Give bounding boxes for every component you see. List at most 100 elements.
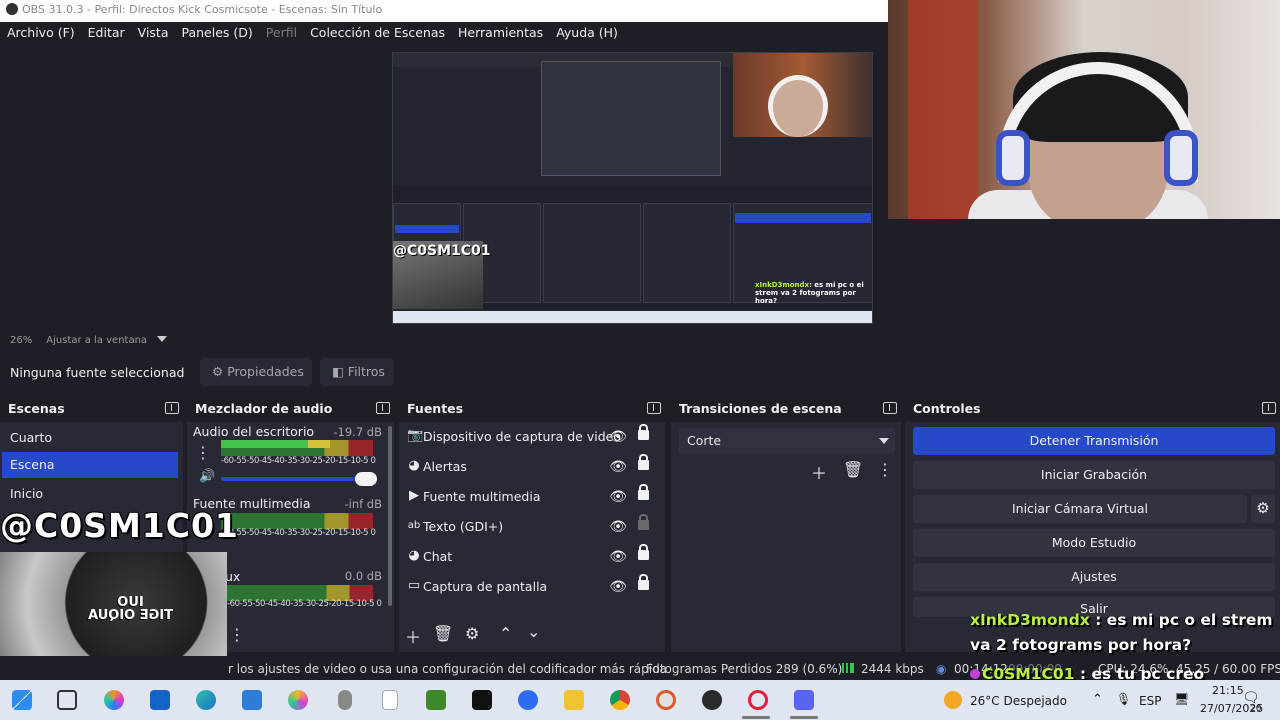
- move-up-icon[interactable]: ⌃: [499, 624, 512, 643]
- chat-username: xInkD3mondx: [970, 611, 1090, 629]
- zoom-fit-label[interactable]: Ajustar a la ventana: [46, 335, 147, 346]
- menu-paneles[interactable]: Paneles (D): [175, 22, 259, 40]
- studio-mode-button[interactable]: Modo Estudio: [913, 529, 1275, 557]
- speaker-icon[interactable]: 🔊: [199, 469, 215, 484]
- source-item[interactable]: ▭ Captura de pantalla 👁: [403, 573, 655, 603]
- unlock-icon[interactable]: [638, 514, 649, 530]
- weather-icon[interactable]: [944, 691, 962, 709]
- source-label: Captura de pantalla: [423, 579, 548, 594]
- undock-icon[interactable]: [883, 402, 897, 414]
- minecraft-icon[interactable]: [426, 690, 446, 710]
- source-properties-icon[interactable]: ⚙: [465, 624, 479, 643]
- program-preview[interactable]: @C0SM1C01 xInkD3mondx: es mi pc o el str…: [392, 52, 873, 324]
- paint-icon[interactable]: [656, 690, 676, 710]
- browser-icon: ◕: [408, 548, 420, 563]
- dropped-frames: Fotogramas Perdidos 289 (0.6%): [646, 662, 843, 676]
- source-label: Alertas: [423, 459, 467, 474]
- remove-source-icon[interactable]: 🗑: [433, 624, 453, 643]
- add-source-icon[interactable]: ＋: [405, 624, 421, 648]
- scene-item[interactable]: Cuarto: [2, 425, 178, 451]
- mixer-scrollbar[interactable]: [388, 426, 392, 606]
- chevron-up-icon[interactable]: ⌃: [1092, 692, 1103, 707]
- start-virtual-camera-button[interactable]: Iniciar Cámara Virtual: [913, 495, 1247, 523]
- mouse-app-icon[interactable]: [338, 690, 352, 710]
- visibility-eye-icon[interactable]: 👁: [609, 459, 627, 475]
- menu-archivo[interactable]: Archivo (F): [0, 22, 81, 40]
- settings-button[interactable]: Ajustes: [913, 563, 1275, 591]
- copilot-m365-icon[interactable]: [288, 690, 308, 710]
- undock-icon[interactable]: [165, 402, 179, 414]
- start-recording-button[interactable]: Iniciar Grabación: [913, 461, 1275, 489]
- store-icon[interactable]: [242, 690, 262, 710]
- lock-icon[interactable]: [638, 484, 649, 500]
- zoom-icon[interactable]: [518, 690, 538, 710]
- menu-ayuda[interactable]: Ayuda (H): [549, 22, 624, 40]
- mixer-header: Mezclador de audio: [187, 396, 394, 422]
- visibility-eye-icon[interactable]: 👁: [609, 579, 627, 595]
- lock-icon[interactable]: [638, 424, 649, 440]
- undock-icon[interactable]: [647, 402, 661, 414]
- clock-time[interactable]: 21:15: [1212, 684, 1244, 697]
- stop-streaming-button[interactable]: Detener Transmisión: [913, 427, 1275, 455]
- volume-slider-knob[interactable]: [355, 472, 377, 486]
- source-item[interactable]: ◕ Chat 👁: [403, 543, 655, 573]
- preview-webcam: [733, 53, 872, 137]
- visibility-eye-icon[interactable]: 👁: [609, 549, 627, 565]
- microphone-icon[interactable]: 🎙: [1116, 692, 1131, 706]
- transition-menu-icon[interactable]: ⋮: [877, 460, 893, 479]
- controls-title: Controles: [913, 401, 981, 416]
- copilot-icon[interactable]: [104, 690, 124, 710]
- menu-editar[interactable]: Editar: [81, 22, 131, 40]
- mixer-menu-icon[interactable]: [195, 443, 211, 462]
- filters-button[interactable]: ◧ Filtros: [320, 358, 394, 386]
- notepad-icon[interactable]: [382, 690, 398, 710]
- visibility-eye-icon[interactable]: 👁: [609, 489, 627, 505]
- edge-icon[interactable]: [196, 690, 216, 710]
- undock-icon[interactable]: [376, 402, 390, 414]
- lock-icon[interactable]: [638, 544, 649, 560]
- menu-vista[interactable]: Vista: [131, 22, 175, 40]
- visibility-eye-icon[interactable]: 👁: [609, 429, 627, 445]
- opera-icon[interactable]: [748, 690, 768, 710]
- undock-icon[interactable]: [1262, 402, 1276, 414]
- source-label: Texto (GDI+): [423, 519, 504, 534]
- scene-item[interactable]: Inicio: [2, 481, 178, 507]
- mixer-menu-icon[interactable]: [229, 625, 245, 644]
- mixer-title: Mezclador de audio: [195, 401, 333, 416]
- volume-slider[interactable]: [221, 472, 377, 486]
- move-down-icon[interactable]: ⌄: [527, 622, 540, 641]
- sources-dock: Fuentes 📷 Dispositivo de captura de video…: [399, 396, 665, 652]
- obs-icon[interactable]: [702, 690, 722, 710]
- menu-perfil[interactable]: Perfil: [259, 22, 303, 40]
- file-explorer-icon[interactable]: [564, 690, 584, 710]
- add-transition-icon[interactable]: ＋: [811, 460, 827, 484]
- capcut-icon[interactable]: [472, 690, 492, 710]
- scene-label: Escena: [10, 457, 55, 472]
- source-item[interactable]: ◕ Alertas 👁: [403, 453, 655, 483]
- properties-button[interactable]: ⚙ Propiedades: [200, 358, 312, 386]
- lock-icon[interactable]: [638, 574, 649, 590]
- menu-bar: Archivo (F) Editar Vista Paneles (D) Perfil C…: [0, 22, 888, 44]
- windows-icon[interactable]: [12, 690, 32, 710]
- visibility-eye-icon[interactable]: 👁: [609, 519, 627, 535]
- language-indicator[interactable]: ESP: [1139, 694, 1161, 708]
- network-icon[interactable]: 🖥: [1174, 692, 1189, 706]
- menu-herramientas[interactable]: Herramientas: [451, 22, 549, 40]
- zoom-dropdown-icon[interactable]: [157, 336, 168, 342]
- transition-select[interactable]: Corte: [679, 428, 895, 454]
- remove-transition-icon[interactable]: 🗑: [843, 460, 863, 479]
- outlook-icon[interactable]: [150, 690, 170, 710]
- virtual-camera-settings-icon[interactable]: ⚙: [1251, 495, 1275, 523]
- meter-ticks: -60-55-50-45-40-35-30-25-20-15-10-5 0: [221, 528, 376, 538]
- source-item[interactable]: ▶ Fuente multimedia 👁: [403, 483, 655, 513]
- discord-icon[interactable]: [794, 690, 814, 710]
- lock-icon[interactable]: [638, 454, 649, 470]
- menu-coleccion[interactable]: Colección de Escenas: [303, 22, 451, 40]
- chrome-icon[interactable]: [610, 690, 630, 710]
- transitions-header: Transiciones de escena: [671, 396, 901, 422]
- weather-text[interactable]: 26°C Despejado: [970, 694, 1067, 708]
- task-view-icon[interactable]: [57, 690, 77, 710]
- source-item[interactable]: 📷 Dispositivo de captura de video 👁: [403, 423, 655, 453]
- scene-item-selected[interactable]: Escena: [2, 452, 178, 478]
- source-item[interactable]: ab Texto (GDI+) 👁: [403, 513, 655, 543]
